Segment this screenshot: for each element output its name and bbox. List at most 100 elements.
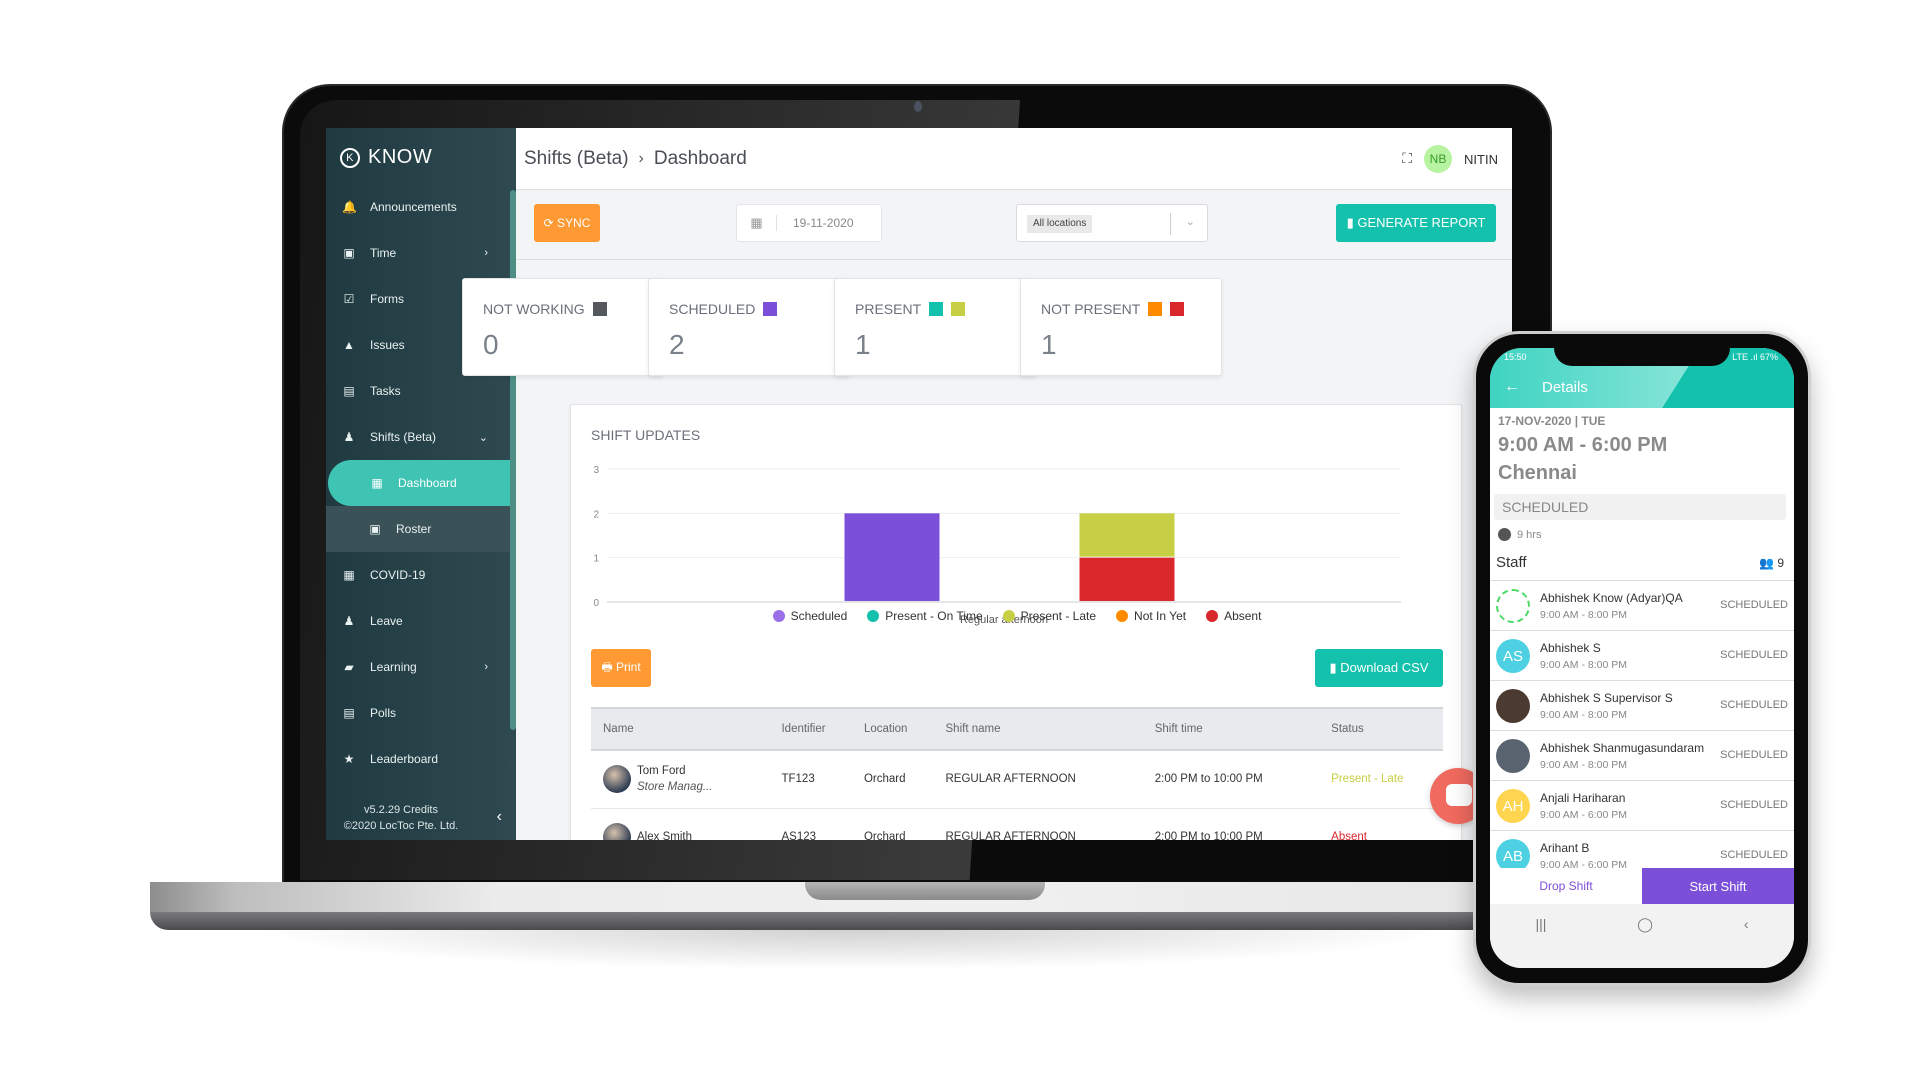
table-row[interactable]: Tom Ford Store Manag... TF123 Orchard REGULA… bbox=[591, 750, 1443, 809]
back-arrow-icon[interactable]: ← bbox=[1504, 378, 1520, 396]
sidebar-item-label: Shifts (Beta) bbox=[370, 430, 437, 444]
avatar bbox=[603, 823, 631, 840]
legend-item-present-on-time[interactable]: Present - On Time bbox=[867, 609, 983, 623]
stat-label: SCHEDULED bbox=[669, 301, 778, 317]
column-header-shift-time[interactable]: Shift time bbox=[1142, 707, 1320, 751]
staff-list-item[interactable]: Abhishek Shanmugasundaram 9:00 AM - 8:00 … bbox=[1490, 730, 1794, 780]
back-icon[interactable]: ‹ bbox=[1744, 916, 1749, 968]
column-header-identifier[interactable]: Identifier bbox=[769, 707, 852, 751]
generate-report-button[interactable]: ▮ GENERATE REPORT bbox=[1336, 204, 1496, 242]
chevron-right-icon: › bbox=[484, 661, 488, 673]
sync-button[interactable]: ⟳ SYNC bbox=[534, 204, 600, 242]
sidebar-item-leave[interactable]: ♟ Leave bbox=[326, 598, 510, 644]
sidebar: K KNOW 🔔 Announcements ▣ Time › ☑ Forms ▲ Issues… bbox=[326, 128, 516, 840]
legend-item-scheduled[interactable]: Scheduled bbox=[772, 609, 848, 623]
legend-dot bbox=[867, 610, 880, 622]
sidebar-item-covid-19[interactable]: ▦ COVID-19 bbox=[326, 552, 510, 598]
table-row[interactable]: Alex Smith AS123 Orchard REGULAR AFTERNOON 2… bbox=[591, 808, 1443, 840]
sidebar-item-learning[interactable]: ▰ Learning › bbox=[326, 644, 510, 690]
bar-scheduled bbox=[844, 513, 940, 601]
drop-shift-button[interactable]: Drop Shift bbox=[1490, 868, 1642, 904]
legend-item-absent[interactable]: Absent bbox=[1206, 609, 1261, 623]
staff-avatar bbox=[1496, 689, 1530, 723]
download-csv-button[interactable]: ▮ Download CSV bbox=[1315, 649, 1443, 687]
sidebar-item-label: Leave bbox=[370, 614, 403, 628]
stat-label: NOT WORKING bbox=[483, 301, 607, 317]
sidebar-item-polls[interactable]: ▤ Polls bbox=[326, 690, 510, 736]
panel-title: SHIFT UPDATES bbox=[591, 427, 701, 443]
stat-value: 0 bbox=[483, 329, 499, 360]
staff-name: Arihant B bbox=[1540, 841, 1590, 855]
star-icon: ★ bbox=[343, 752, 355, 766]
home-icon[interactable]: ◯ bbox=[1637, 916, 1653, 968]
page-header: Shifts (Beta) › Dashboard ⛶ NB NITIN bbox=[516, 128, 1512, 190]
location-select[interactable]: All locations ⌄ bbox=[1016, 204, 1208, 242]
staff-list-item[interactable]: AS Abhishek S 9:00 AM - 8:00 PM SCHEDULED bbox=[1490, 630, 1794, 680]
location-chip: All locations bbox=[1027, 215, 1093, 233]
sidebar-scrollbar[interactable] bbox=[510, 190, 516, 730]
collapse-sidebar-icon[interactable]: ‹ bbox=[497, 808, 502, 826]
warning-icon: ▲ bbox=[343, 338, 355, 352]
date-value: 19-11-2020 bbox=[793, 216, 854, 230]
legend-label: Not In Yet bbox=[1134, 609, 1187, 623]
shift-date: 17-NOV-2020 | TUE bbox=[1498, 414, 1606, 428]
legend-label: Scheduled bbox=[790, 609, 848, 623]
start-shift-button[interactable]: Start Shift bbox=[1642, 868, 1794, 904]
app-name: KNOW bbox=[368, 146, 433, 168]
stat-label-text: SCHEDULED bbox=[669, 301, 756, 317]
version-credits-link[interactable]: v5.2.29 Credits bbox=[326, 802, 476, 818]
breadcrumb-shifts[interactable]: Shifts (Beta) bbox=[524, 148, 629, 170]
sidebar-item-label: Time bbox=[370, 246, 397, 260]
sidebar-item-announcements[interactable]: 🔔 Announcements bbox=[326, 184, 510, 230]
column-header-status[interactable]: Status bbox=[1319, 707, 1443, 751]
staff-status: SCHEDULED bbox=[1720, 699, 1788, 711]
user-avatar[interactable]: NB bbox=[1424, 145, 1452, 173]
staff-hours: 9:00 AM - 8:00 PM bbox=[1540, 659, 1627, 671]
checkbox-icon: ☑ bbox=[343, 292, 355, 306]
app-logo[interactable]: K KNOW bbox=[340, 146, 432, 169]
fullscreen-icon[interactable]: ⛶ bbox=[1402, 150, 1412, 167]
person-name: Tom Ford bbox=[637, 765, 686, 778]
sidebar-item-shifts-beta[interactable]: ♟ Shifts (Beta) ⌄ bbox=[326, 414, 510, 460]
stat-card-not-present: NOT PRESENT 1 bbox=[1020, 278, 1222, 376]
people-icon: 👥 bbox=[1759, 556, 1774, 570]
legend-item-present-late[interactable]: Present - Late bbox=[1002, 609, 1096, 623]
y-tick-label: 3 bbox=[593, 465, 599, 476]
column-header-name[interactable]: Name bbox=[591, 707, 770, 751]
sidebar-item-label: Polls bbox=[370, 706, 397, 720]
staff-avatar bbox=[1496, 589, 1530, 623]
column-header-location[interactable]: Location bbox=[851, 707, 934, 751]
sidebar-item-dashboard[interactable]: ▦ Dashboard bbox=[328, 460, 510, 506]
cell-status: Absent bbox=[1319, 808, 1443, 840]
staff-list-item[interactable]: Abhishek Know (Adyar)QA 9:00 AM - 8:00 PM… bbox=[1490, 580, 1794, 630]
date-picker[interactable]: ▦ 19-11-2020 bbox=[736, 204, 882, 242]
cell-identifier: TF123 bbox=[769, 750, 852, 809]
stat-label: NOT PRESENT bbox=[1041, 301, 1185, 317]
staff-hours: 9:00 AM - 8:00 PM bbox=[1540, 709, 1627, 721]
staff-name: Abhishek S bbox=[1540, 641, 1601, 655]
legend-item-not-in-yet[interactable]: Not In Yet bbox=[1116, 609, 1186, 623]
recent-apps-icon[interactable]: ||| bbox=[1535, 916, 1546, 968]
stat-card-present: PRESENT 1 bbox=[834, 278, 1036, 376]
sidebar-item-leaderboard[interactable]: ★ Leaderboard bbox=[326, 736, 510, 782]
stat-value: 1 bbox=[1041, 329, 1057, 360]
shift-time-range: 9:00 AM - 6:00 PM bbox=[1498, 434, 1668, 456]
sidebar-item-label: Announcements bbox=[370, 200, 457, 214]
laptop-shadow bbox=[250, 930, 1450, 970]
select-divider bbox=[1170, 213, 1171, 235]
staff-list-item[interactable]: Abhishek S Supervisor S 9:00 AM - 8:00 PM… bbox=[1490, 680, 1794, 730]
chat-icon bbox=[1446, 784, 1472, 806]
staff-hours: 9:00 AM - 8:00 PM bbox=[1540, 609, 1627, 621]
stat-label-text: PRESENT bbox=[855, 301, 922, 317]
sidebar-item-roster[interactable]: ▣ Roster bbox=[326, 506, 510, 552]
sidebar-item-label: Forms bbox=[370, 292, 404, 306]
person-text: Alex Smith bbox=[637, 831, 692, 840]
print-button[interactable]: 🖶 Print bbox=[591, 649, 651, 687]
staff-list-item[interactable]: AH Anjali Hariharan 9:00 AM - 6:00 PM SCHED… bbox=[1490, 780, 1794, 830]
staff-status: SCHEDULED bbox=[1720, 649, 1788, 661]
staff-status: SCHEDULED bbox=[1720, 749, 1788, 761]
user-name[interactable]: NITIN bbox=[1464, 152, 1498, 167]
cell-location: Orchard bbox=[851, 750, 934, 809]
column-header-shift-name[interactable]: Shift name bbox=[933, 707, 1143, 751]
sidebar-item-time[interactable]: ▣ Time › bbox=[326, 230, 510, 276]
